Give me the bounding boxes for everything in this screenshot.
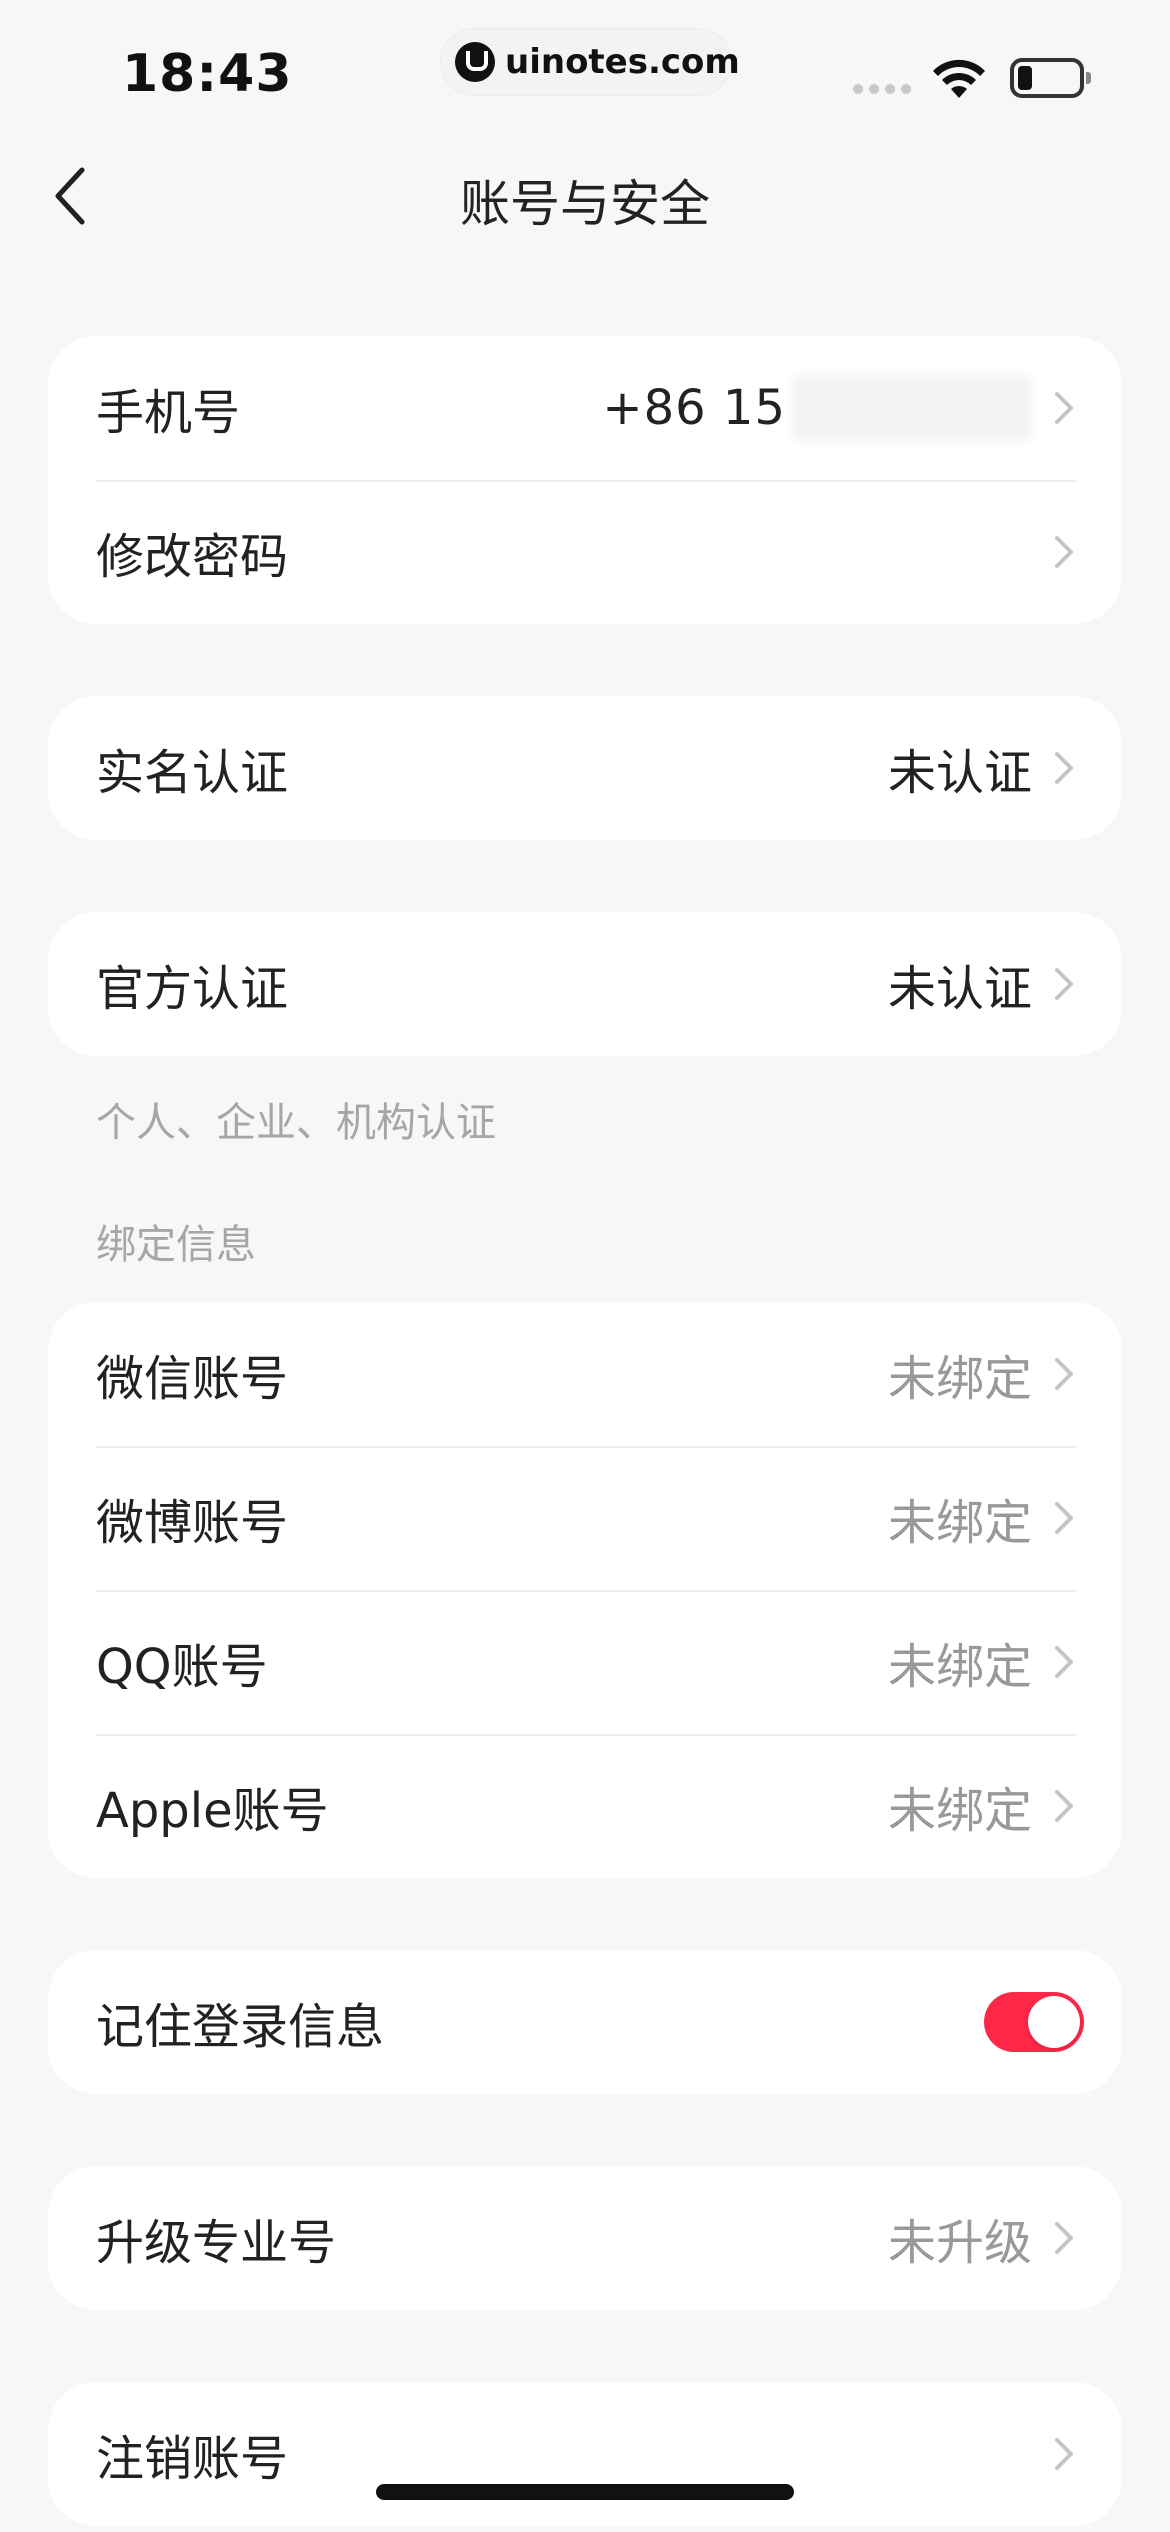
cancel-account-label: 注销账号 [96, 2431, 289, 2487]
chevron-right-icon [1055, 2438, 1073, 2470]
chevron-right-icon [1055, 1502, 1073, 1534]
chevron-right-icon [1055, 1358, 1073, 1390]
realname-status: 未认证 [887, 745, 1032, 801]
realname-row[interactable]: 实名认证 未认证 [48, 696, 1122, 840]
cancel-account-card: 注销账号 [48, 2382, 1122, 2526]
remember-login-label: 记住登录信息 [96, 1999, 385, 2055]
binding-section-title: 绑定信息 [96, 1222, 256, 1268]
chevron-right-icon [1055, 752, 1073, 784]
chevron-right-icon [1055, 1646, 1073, 1678]
binding-label: Apple账号 [96, 1783, 329, 1839]
page-title: 账号与安全 [460, 175, 710, 233]
binding-status: 未绑定 [887, 1351, 1032, 1407]
chevron-right-icon [1055, 392, 1073, 424]
upgrade-pro-label: 升级专业号 [96, 2215, 337, 2271]
account-card: 手机号 +86 15 修改密码 [48, 336, 1122, 624]
home-indicator[interactable] [376, 2484, 794, 2500]
official-status: 未认证 [887, 961, 1032, 1017]
phone-value: +86 15 [602, 380, 786, 436]
upgrade-pro-status: 未升级 [887, 2215, 1032, 2271]
wifi-icon [933, 59, 985, 98]
binding-status: 未绑定 [887, 1783, 1032, 1839]
cancel-account-row[interactable]: 注销账号 [48, 2382, 1122, 2526]
toggle-knob [1028, 1996, 1080, 2048]
phone-row[interactable]: 手机号 +86 15 [48, 336, 1122, 480]
official-label: 官方认证 [96, 961, 289, 1017]
binding-card: 微信账号 未绑定 微博账号 未绑定 QQ账号 未绑定 Apple账号 未绑定 [48, 1302, 1122, 1878]
upgrade-pro-row[interactable]: 升级专业号 未升级 [48, 2166, 1122, 2310]
remember-login-toggle[interactable] [984, 1992, 1084, 2052]
uinotes-logo-icon [455, 42, 495, 82]
qq-binding-row[interactable]: QQ账号 未绑定 [48, 1590, 1122, 1734]
pro-card: 升级专业号 未升级 [48, 2166, 1122, 2310]
binding-status: 未绑定 [887, 1495, 1032, 1551]
chevron-right-icon [1055, 968, 1073, 1000]
phone-label: 手机号 [96, 385, 241, 441]
cellular-signal-icon [853, 84, 911, 94]
binding-label: 微信账号 [96, 1351, 289, 1407]
watermark-pill: uinotes.com [440, 28, 740, 96]
remember-login-row: 记住登录信息 [48, 1950, 1122, 2094]
binding-status: 未绑定 [887, 1639, 1032, 1695]
weibo-binding-row[interactable]: 微博账号 未绑定 [48, 1446, 1122, 1590]
chevron-right-icon [1055, 536, 1073, 568]
chevron-right-icon [1055, 1790, 1073, 1822]
binding-label: 微博账号 [96, 1495, 289, 1551]
battery-icon [1010, 58, 1091, 98]
account-security-screen: 18:43 uinotes.com 账号与安全 手机号 +86 15 修改密码 [0, 0, 1170, 2532]
official-row[interactable]: 官方认证 未认证 [48, 912, 1122, 1056]
apple-binding-row[interactable]: Apple账号 未绑定 [48, 1734, 1122, 1878]
official-note: 个人、企业、机构认证 [96, 1100, 496, 1146]
status-time: 18:43 [122, 44, 293, 104]
change-password-row[interactable]: 修改密码 [48, 480, 1122, 624]
realname-card: 实名认证 未认证 [48, 696, 1122, 840]
phone-blurred-digits [792, 375, 1032, 441]
wechat-binding-row[interactable]: 微信账号 未绑定 [48, 1302, 1122, 1446]
official-card: 官方认证 未认证 [48, 912, 1122, 1056]
remember-login-card: 记住登录信息 [48, 1950, 1122, 2094]
watermark-text: uinotes.com [505, 42, 740, 82]
change-password-label: 修改密码 [96, 529, 289, 585]
realname-label: 实名认证 [96, 745, 289, 801]
chevron-right-icon [1055, 2222, 1073, 2254]
binding-label: QQ账号 [96, 1639, 268, 1695]
